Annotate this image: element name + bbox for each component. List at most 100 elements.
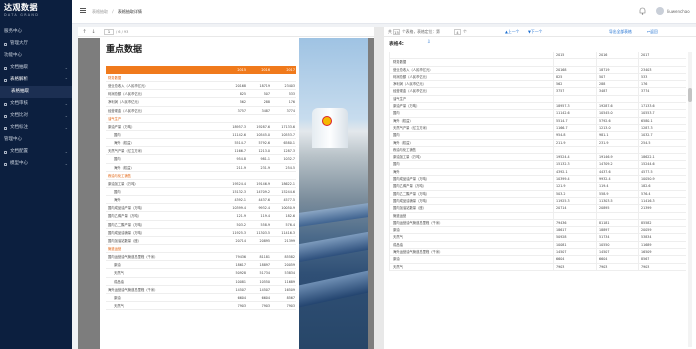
result-cell-value[interactable]: 176 bbox=[641, 81, 647, 88]
result-cell-value[interactable]: 825 bbox=[556, 74, 562, 81]
sidebar-item[interactable]: 模型中心 ⌄ bbox=[0, 158, 72, 170]
result-row-label[interactable]: 海外（权益） bbox=[393, 140, 413, 147]
result-cell-value[interactable]: 6604 bbox=[556, 256, 564, 263]
result-cell-value[interactable]: 14507 bbox=[556, 249, 567, 256]
next-page-icon[interactable]: ↓ bbox=[91, 29, 96, 35]
result-row-label[interactable]: 原油加工量（万吨） bbox=[393, 154, 423, 161]
result-cell-value[interactable]: 53834 bbox=[641, 234, 652, 241]
result-row-label[interactable]: 国内加油站数量（座） bbox=[393, 205, 426, 212]
sidebar-item[interactable]: 文档标注 ⌄ bbox=[0, 122, 72, 134]
result-row-label[interactable]: 国内乙二醇产量（万吨） bbox=[393, 191, 429, 198]
scrollbar-thumb[interactable] bbox=[688, 88, 692, 102]
result-cell-value[interactable]: 4577.5 bbox=[641, 169, 653, 176]
result-cell-value[interactable]: 576.4 bbox=[641, 191, 650, 198]
result-row-label[interactable]: 经营现金（人民币亿元） bbox=[393, 88, 429, 95]
result-cell-value[interactable]: 11142.6 bbox=[556, 110, 570, 117]
result-cell-value[interactable]: 50928 bbox=[556, 234, 567, 241]
result-cell-value[interactable]: 119.4 bbox=[599, 183, 608, 190]
result-cell-value[interactable]: 558.9 bbox=[599, 191, 608, 198]
sidebar-item[interactable]: 文档比对 ⌄ bbox=[0, 110, 72, 122]
result-cell-value[interactable]: 20895 bbox=[599, 205, 610, 212]
result-cell-value[interactable]: 16509 bbox=[641, 249, 652, 256]
sidebar-item[interactable]: 表格解析 ⌃ bbox=[0, 74, 72, 86]
avatar[interactable] bbox=[656, 7, 664, 15]
result-cell-value[interactable]: 20059 bbox=[641, 227, 652, 234]
result-row-label[interactable]: 原油产量（万吨） bbox=[393, 103, 419, 110]
result-cell-value[interactable]: 23403 bbox=[641, 67, 652, 74]
result-row-label[interactable]: 国内成品油销量（万吨） bbox=[393, 198, 429, 205]
result-row-label[interactable]: 国内乙烯产量（万吨） bbox=[393, 183, 426, 190]
result-row-label[interactable]: 财务数据 bbox=[393, 59, 406, 66]
breadcrumb-table-extraction[interactable]: 表格抽取 bbox=[92, 9, 108, 14]
result-row-label[interactable]: 利润总额（人民币亿元） bbox=[393, 74, 429, 81]
result-row-label[interactable]: 天然气 bbox=[393, 234, 403, 241]
result-row-label[interactable]: 海外（权益） bbox=[393, 118, 413, 125]
result-cell-value[interactable]: 3757 bbox=[556, 88, 564, 95]
result-cell-value[interactable]: 6580.1 bbox=[641, 118, 653, 125]
result-row-label[interactable]: 原油 bbox=[393, 227, 400, 234]
result-cell-value[interactable]: 15132.3 bbox=[556, 161, 570, 168]
result-cell-value[interactable]: 18622.1 bbox=[641, 154, 655, 161]
result-cell-value[interactable]: 1166.7 bbox=[556, 125, 568, 132]
result-cell-value[interactable]: 19524.4 bbox=[556, 154, 570, 161]
result-cell-value[interactable]: 11416.3 bbox=[641, 198, 655, 205]
panel-divider[interactable] bbox=[374, 27, 384, 349]
result-row-label[interactable]: 净利润（人民币亿元） bbox=[393, 81, 426, 88]
result-cell-value[interactable]: 10550 bbox=[599, 242, 610, 249]
result-cell-value[interactable]: 981.1 bbox=[599, 132, 608, 139]
result-cell-value[interactable]: 18719 bbox=[599, 67, 610, 74]
sidebar-item[interactable]: 管理大厅 bbox=[0, 38, 72, 50]
result-cell-value[interactable]: 7903 bbox=[599, 264, 607, 271]
pdf-canvas[interactable]: 重点数据 2015 2016 2017 财务数据 营业总收入（人民币亿元） 2016… bbox=[78, 38, 374, 349]
result-cell-value[interactable]: 954.8 bbox=[556, 132, 565, 139]
result-cell-value[interactable]: 14709.2 bbox=[599, 161, 613, 168]
result-cell-value[interactable]: 18897 bbox=[599, 227, 610, 234]
result-cell-value[interactable]: 7903 bbox=[556, 264, 564, 271]
result-row-label[interactable]: 国内 bbox=[393, 132, 400, 139]
export-all-button[interactable]: 导出全部表格 bbox=[609, 30, 632, 34]
result-row-label[interactable]: 海外 bbox=[393, 169, 400, 176]
result-cell-value[interactable]: 20714 bbox=[556, 205, 567, 212]
table-position-input[interactable]: 4 bbox=[454, 29, 461, 35]
result-cell-value[interactable]: 15244.6 bbox=[641, 161, 655, 168]
result-cell-value[interactable]: 121.9 bbox=[556, 183, 565, 190]
result-cell-value[interactable]: 17133.6 bbox=[641, 103, 655, 110]
sidebar-item[interactable]: 文档抽取 ⌄ bbox=[0, 62, 72, 74]
bell-icon[interactable] bbox=[639, 7, 646, 15]
result-cell-value[interactable]: 51734 bbox=[599, 234, 610, 241]
result-cell-value[interactable]: 562 bbox=[556, 81, 562, 88]
result-cell-value[interactable]: 19287.6 bbox=[599, 103, 613, 110]
result-cell-value[interactable]: 288 bbox=[599, 81, 605, 88]
result-cell-value[interactable]: 10545.0 bbox=[599, 110, 613, 117]
result-row-label[interactable]: 原油 bbox=[393, 256, 400, 263]
result-cell-value[interactable]: 10081 bbox=[556, 242, 567, 249]
result-cell-value[interactable]: 9932.4 bbox=[599, 176, 611, 183]
result-row-label[interactable]: 国内 bbox=[393, 161, 400, 168]
result-cell-value[interactable]: 11689 bbox=[641, 242, 652, 249]
result-row-label[interactable]: 成品油 bbox=[393, 242, 403, 249]
result-cell-value[interactable]: 18617 bbox=[556, 227, 567, 234]
result-cell-value[interactable]: 2015 bbox=[556, 52, 564, 59]
result-cell-value[interactable]: 211.9 bbox=[556, 140, 565, 147]
page-number-input[interactable]: 1 bbox=[104, 29, 114, 35]
result-cell-value[interactable]: 503.2 bbox=[556, 191, 565, 198]
result-cell-value[interactable]: 5514.7 bbox=[556, 118, 568, 125]
result-row-label[interactable]: 天然气产量（亿立方米） bbox=[393, 125, 429, 132]
result-cell-value[interactable]: 21399 bbox=[641, 205, 652, 212]
result-cell-value[interactable]: 6604 bbox=[599, 256, 607, 263]
result-cell-value[interactable]: 533 bbox=[641, 74, 647, 81]
sidebar-item[interactable]: 文档配置 ⌄ bbox=[0, 146, 72, 158]
result-row-label[interactable]: 国内运营油气管道总里程（千米） bbox=[393, 220, 442, 227]
result-cell-value[interactable]: 18957.3 bbox=[556, 103, 570, 110]
result-cell-value[interactable]: 2016 bbox=[599, 52, 607, 59]
result-row-label[interactable]: 海外运营油气管道总里程（千米） bbox=[393, 249, 442, 256]
result-cell-value[interactable]: 254.5 bbox=[641, 140, 650, 147]
result-cell-value[interactable]: 14507 bbox=[599, 249, 610, 256]
result-cell-value[interactable]: 7903 bbox=[641, 264, 649, 271]
result-cell-value[interactable]: 19146.9 bbox=[599, 154, 613, 161]
menu-toggle-icon[interactable] bbox=[80, 8, 86, 14]
result-row-label[interactable]: 国内成品油产量（万吨） bbox=[393, 176, 429, 183]
result-cell-value[interactable]: 20168 bbox=[556, 67, 567, 74]
result-row-label[interactable]: 天然气 bbox=[393, 264, 403, 271]
download-icon[interactable]: ⇩ bbox=[427, 40, 431, 45]
